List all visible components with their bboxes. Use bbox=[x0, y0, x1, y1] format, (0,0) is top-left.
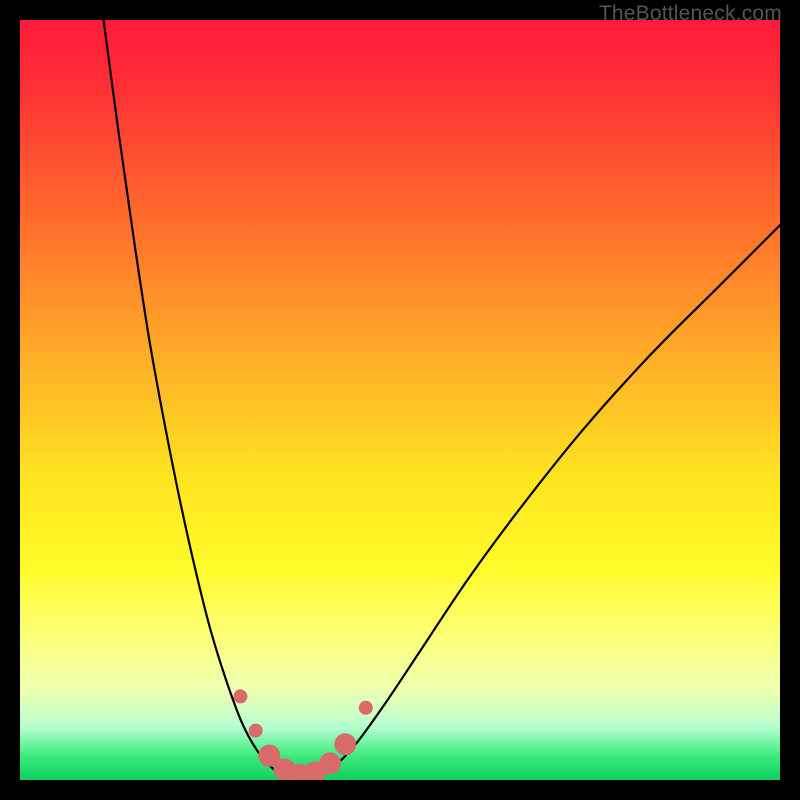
highlight-marker bbox=[334, 733, 356, 755]
highlight-marker bbox=[359, 701, 373, 715]
highlight-marker bbox=[249, 724, 263, 738]
highlight-marker bbox=[319, 752, 341, 774]
marker-layer bbox=[233, 689, 372, 780]
right-curve bbox=[332, 225, 780, 769]
highlight-marker bbox=[233, 689, 247, 703]
left-curve bbox=[104, 20, 275, 770]
watermark-text: TheBottleneck.com bbox=[599, 2, 782, 26]
chart-svg bbox=[20, 20, 780, 780]
curve-layer bbox=[104, 20, 780, 776]
